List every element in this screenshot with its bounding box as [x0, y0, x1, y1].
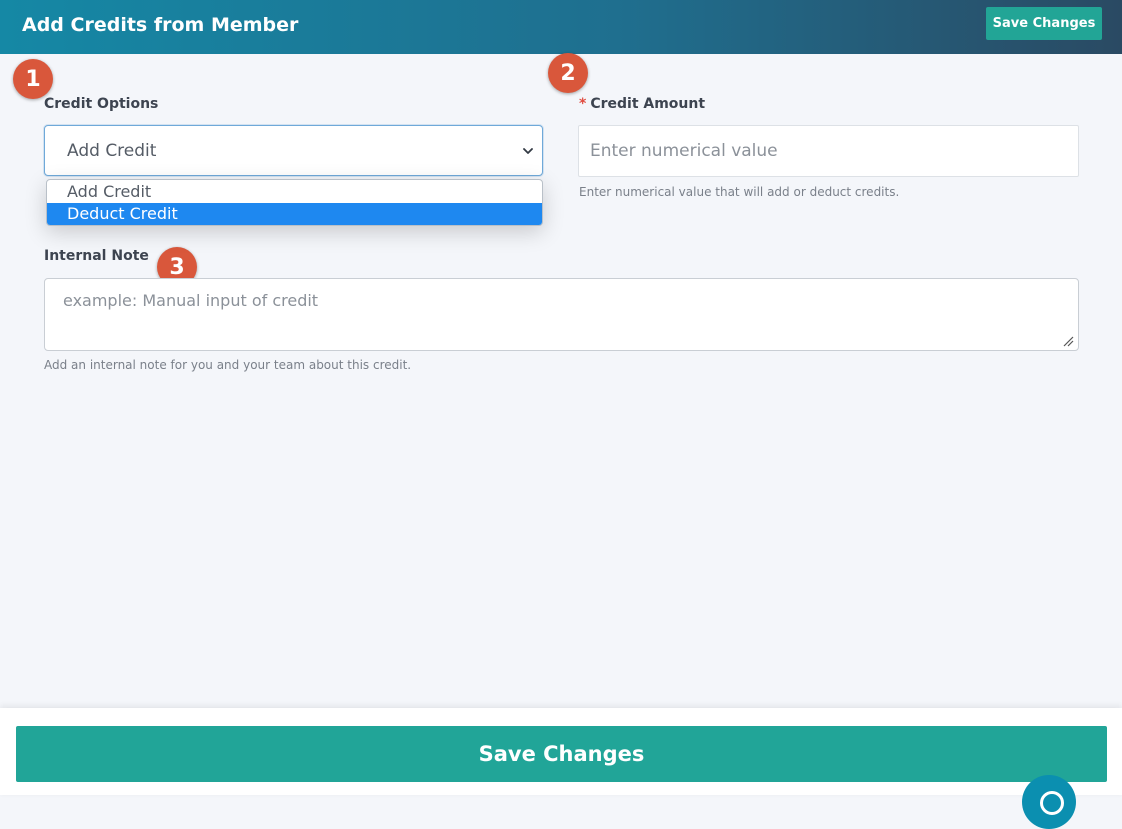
internal-note-help: Add an internal note for you and your te… — [44, 358, 412, 372]
internal-note-textarea[interactable] — [44, 278, 1079, 351]
dropdown-option-add-credit[interactable]: Add Credit — [47, 181, 542, 203]
chat-widget-icon[interactable] — [1022, 775, 1076, 829]
credit-amount-label: * Credit Amount — [579, 96, 705, 112]
required-marker: * — [579, 96, 587, 112]
internal-note-label: Internal Note — [44, 248, 149, 264]
credit-options-dropdown: Add Credit Deduct Credit — [46, 179, 543, 226]
page-header: Add Credits from Member Save Changes — [0, 0, 1122, 54]
dropdown-option-deduct-credit[interactable]: Deduct Credit — [47, 203, 542, 225]
step-badge-2: 2 — [548, 53, 588, 93]
credit-options-select[interactable]: Add Credit — [44, 125, 543, 176]
credit-options-selected-value: Add Credit — [67, 141, 157, 161]
page-title: Add Credits from Member — [22, 14, 299, 36]
credit-amount-input[interactable] — [578, 125, 1079, 177]
credit-amount-label-text: Credit Amount — [590, 96, 706, 112]
header-save-button[interactable]: Save Changes — [986, 7, 1102, 40]
footer-save-button[interactable]: Save Changes — [16, 726, 1107, 782]
chevron-down-icon — [523, 148, 533, 154]
credit-amount-help: Enter numerical value that will add or d… — [579, 185, 900, 199]
step-badge-1: 1 — [13, 59, 53, 99]
resize-handle-icon[interactable] — [1062, 335, 1074, 347]
credit-options-label: Credit Options — [44, 96, 159, 112]
